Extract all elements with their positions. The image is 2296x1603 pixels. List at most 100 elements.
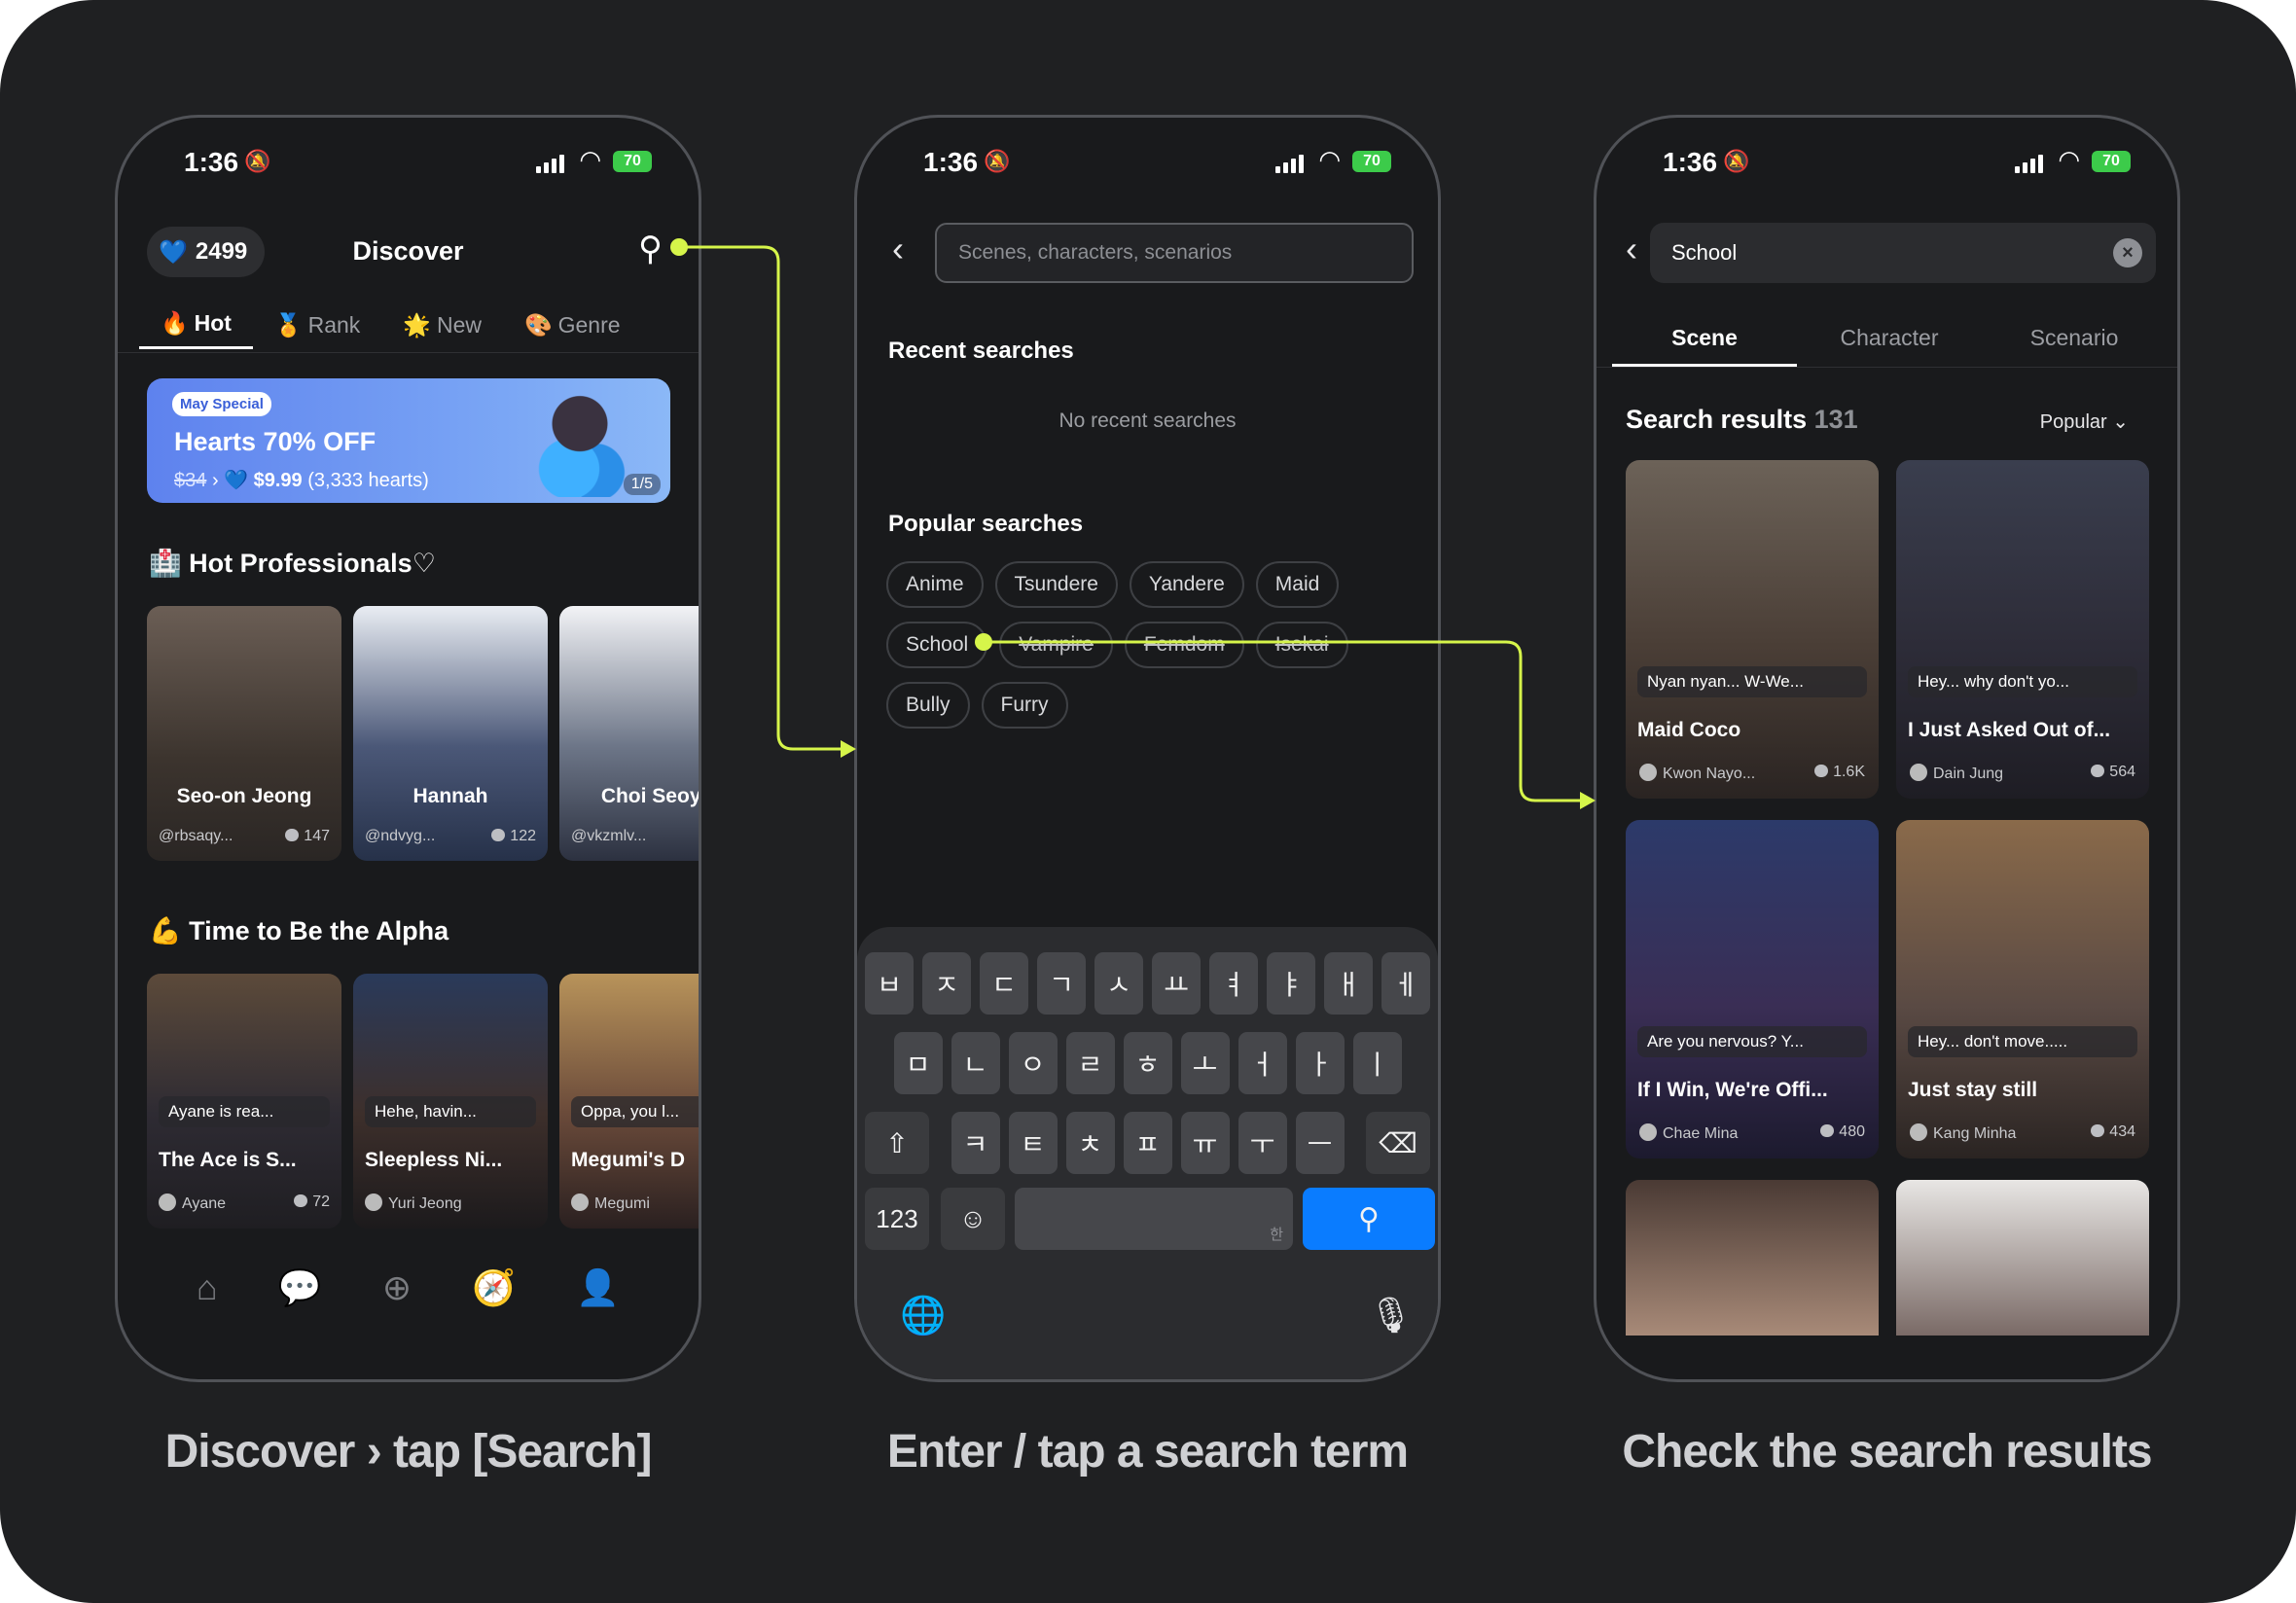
profile-icon[interactable]: 👤 bbox=[576, 1267, 620, 1365]
key-row2-4[interactable]: ㅎ bbox=[1123, 1032, 1172, 1094]
home-icon[interactable]: ⌂ bbox=[197, 1267, 218, 1365]
key-row2-6[interactable]: ㅓ bbox=[1238, 1032, 1287, 1094]
chip-tsundere[interactable]: Tsundere bbox=[994, 561, 1118, 608]
search-input[interactable]: School × bbox=[1650, 223, 2156, 283]
search-key[interactable]: ⚲ bbox=[1303, 1188, 1435, 1250]
shift-key[interactable]: ⇧ bbox=[865, 1112, 929, 1174]
caption-step-1: Discover › tap [Search] bbox=[164, 1426, 653, 1478]
card-author: Kang Minha bbox=[1933, 1125, 2017, 1142]
result-card[interactable]: Hey... don't move..... Just stay still K… bbox=[1896, 820, 2149, 1158]
character-card[interactable]: Choi Seoye @vkzmlv... bbox=[559, 606, 699, 861]
tab-new[interactable]: 🌟 New bbox=[381, 301, 503, 349]
chip-school[interactable]: School bbox=[886, 622, 988, 668]
comment-icon bbox=[1814, 765, 1829, 777]
back-chevron-icon[interactable]: ‹ bbox=[892, 229, 904, 269]
card-meta: @rbsaqy... 147 bbox=[159, 828, 330, 845]
promo-price: $34 › 💙 $9.99 (3,333 hearts) bbox=[174, 468, 429, 492]
key-row3-5[interactable]: ㅜ bbox=[1238, 1112, 1287, 1174]
chip-yandere[interactable]: Yandere bbox=[1129, 561, 1244, 608]
sort-dropdown[interactable]: Popular ⌄ bbox=[2040, 410, 2129, 434]
key-row1-8[interactable]: ㅐ bbox=[1324, 952, 1373, 1015]
back-chevron-icon[interactable]: ‹ bbox=[1626, 229, 1637, 269]
result-card[interactable]: Nyan nyan... W-We... Maid Coco Kwon Nayo… bbox=[1626, 460, 1879, 799]
new-price: $9.99 bbox=[253, 470, 303, 491]
key-row1-5[interactable]: ㅛ bbox=[1152, 952, 1201, 1015]
scenario-card[interactable]: Ayane is rea... The Ace is S... Ayane 72 bbox=[147, 974, 341, 1229]
bell-muted-icon: 🔕 bbox=[984, 149, 1011, 173]
card-handle: @vkzmlv... bbox=[571, 828, 647, 844]
chat-icon[interactable]: 💬 bbox=[278, 1267, 322, 1365]
professionals-row: Seo-on Jeong @rbsaqy... 147 Hannah @ndvyg… bbox=[147, 606, 699, 861]
emoji-key[interactable]: ☺ bbox=[941, 1188, 1005, 1250]
compass-icon[interactable]: 🧭 bbox=[472, 1267, 516, 1365]
plus-circle-icon[interactable]: ⊕ bbox=[382, 1267, 412, 1365]
key-row1-3[interactable]: ㄱ bbox=[1037, 952, 1086, 1015]
chip-maid[interactable]: Maid bbox=[1255, 561, 1340, 608]
key-row2-7[interactable]: ㅏ bbox=[1295, 1032, 1345, 1094]
key-row1-9[interactable]: ㅔ bbox=[1381, 952, 1430, 1015]
microphone-icon[interactable]: 🎙 bbox=[1369, 1295, 1414, 1336]
key-row3-4[interactable]: ㅠ bbox=[1180, 1112, 1230, 1174]
card-title: If I Win, We're Offi... bbox=[1637, 1079, 1828, 1101]
chip-femdom[interactable]: Femdom bbox=[1124, 622, 1244, 668]
key-row1-4[interactable]: ㅅ bbox=[1094, 952, 1143, 1015]
key-row2-1[interactable]: ㄴ bbox=[951, 1032, 1000, 1094]
avatar bbox=[1639, 764, 1657, 781]
avatar bbox=[1639, 1123, 1657, 1141]
scenario-card[interactable]: Oppa, you l... Megumi's D Megumi bbox=[559, 974, 699, 1229]
card-title: Megumi's D bbox=[571, 1149, 686, 1171]
promo-tag: May Special bbox=[172, 392, 271, 416]
result-card[interactable]: Hey... why don't yo... I Just Asked Out … bbox=[1896, 460, 2149, 799]
key-row3-1[interactable]: ㅌ bbox=[1008, 1112, 1058, 1174]
status-bar: 1:36 🔕 ◠ 70 bbox=[857, 118, 1438, 211]
key-row2-2[interactable]: ㅇ bbox=[1008, 1032, 1058, 1094]
key-row1-0[interactable]: ㅂ bbox=[865, 952, 914, 1015]
tab-scenario[interactable]: Scenario bbox=[1982, 312, 2167, 367]
key-row3-0[interactable]: ㅋ bbox=[951, 1112, 1000, 1174]
clear-icon[interactable]: × bbox=[2113, 238, 2142, 267]
key-row2-0[interactable]: ㅁ bbox=[893, 1032, 943, 1094]
globe-icon[interactable]: 🌐 bbox=[900, 1295, 946, 1337]
result-card-partial[interactable] bbox=[1626, 1180, 1879, 1336]
key-row1-1[interactable]: ㅈ bbox=[922, 952, 971, 1015]
character-card[interactable]: Seo-on Jeong @rbsaqy... 147 bbox=[147, 606, 341, 861]
key-row2-5[interactable]: ㅗ bbox=[1180, 1032, 1230, 1094]
chip-anime[interactable]: Anime bbox=[886, 561, 984, 608]
chip-vampire[interactable]: Vampire bbox=[999, 622, 1113, 668]
keyboard-bottom-row: 123 ☺ 한 ⚲ bbox=[857, 1188, 1438, 1256]
hospital-icon: 🏥 bbox=[149, 549, 182, 578]
key-row1-2[interactable]: ㄷ bbox=[980, 952, 1028, 1015]
space-key[interactable]: 한 bbox=[1015, 1188, 1293, 1250]
section-title: 🏥 Hot Professionals♡ bbox=[149, 548, 436, 579]
result-card[interactable]: Are you nervous? Y... If I Win, We're Of… bbox=[1626, 820, 1879, 1158]
character-card[interactable]: Hannah @ndvyg... 122 bbox=[353, 606, 548, 861]
key-row3-2[interactable]: ㅊ bbox=[1065, 1112, 1115, 1174]
key-row1-7[interactable]: ㅑ bbox=[1267, 952, 1315, 1015]
search-input[interactable]: Scenes, characters, scenarios bbox=[935, 223, 1414, 283]
phone-search: 1:36 🔕 ◠ 70 ‹ Scenes, characters, scenar… bbox=[854, 115, 1441, 1382]
hearts-note: (3,333 hearts) bbox=[307, 470, 429, 491]
chip-bully[interactable]: Bully bbox=[886, 682, 970, 729]
key-row3-3[interactable]: ㅍ bbox=[1123, 1112, 1172, 1174]
search-icon[interactable]: ⚲ bbox=[638, 232, 663, 266]
card-count: 122 bbox=[510, 828, 536, 844]
tab-genre[interactable]: 🎨 Genre bbox=[503, 301, 642, 349]
tab-character[interactable]: Character bbox=[1797, 312, 1982, 367]
backspace-key[interactable]: ⌫ bbox=[1366, 1112, 1430, 1174]
result-card-partial[interactable] bbox=[1896, 1180, 2149, 1336]
key-row3-6[interactable]: ㅡ bbox=[1295, 1112, 1345, 1174]
key-row2-3[interactable]: ㄹ bbox=[1065, 1032, 1115, 1094]
result-tabs: Scene Character Scenario bbox=[1612, 312, 2167, 367]
numbers-key[interactable]: 123 bbox=[865, 1188, 929, 1250]
chip-furry[interactable]: Furry bbox=[981, 682, 1068, 729]
chip-isekai[interactable]: Isekai bbox=[1255, 622, 1348, 668]
key-row1-6[interactable]: ㅕ bbox=[1209, 952, 1258, 1015]
promo-banner[interactable]: May Special Hearts 70% OFF $34 › 💙 $9.99… bbox=[147, 378, 670, 503]
card-bubble: Hehe, havin... bbox=[365, 1096, 536, 1127]
tab-rank[interactable]: 🏅 Rank bbox=[253, 301, 381, 349]
wifi-icon: ◠ bbox=[1318, 145, 1341, 174]
tab-hot[interactable]: 🔥 Hot bbox=[139, 301, 253, 349]
scenario-card[interactable]: Hehe, havin... Sleepless Ni... Yuri Jeon… bbox=[353, 974, 548, 1229]
key-row2-8[interactable]: ㅣ bbox=[1352, 1032, 1402, 1094]
tab-scene[interactable]: Scene bbox=[1612, 312, 1797, 367]
